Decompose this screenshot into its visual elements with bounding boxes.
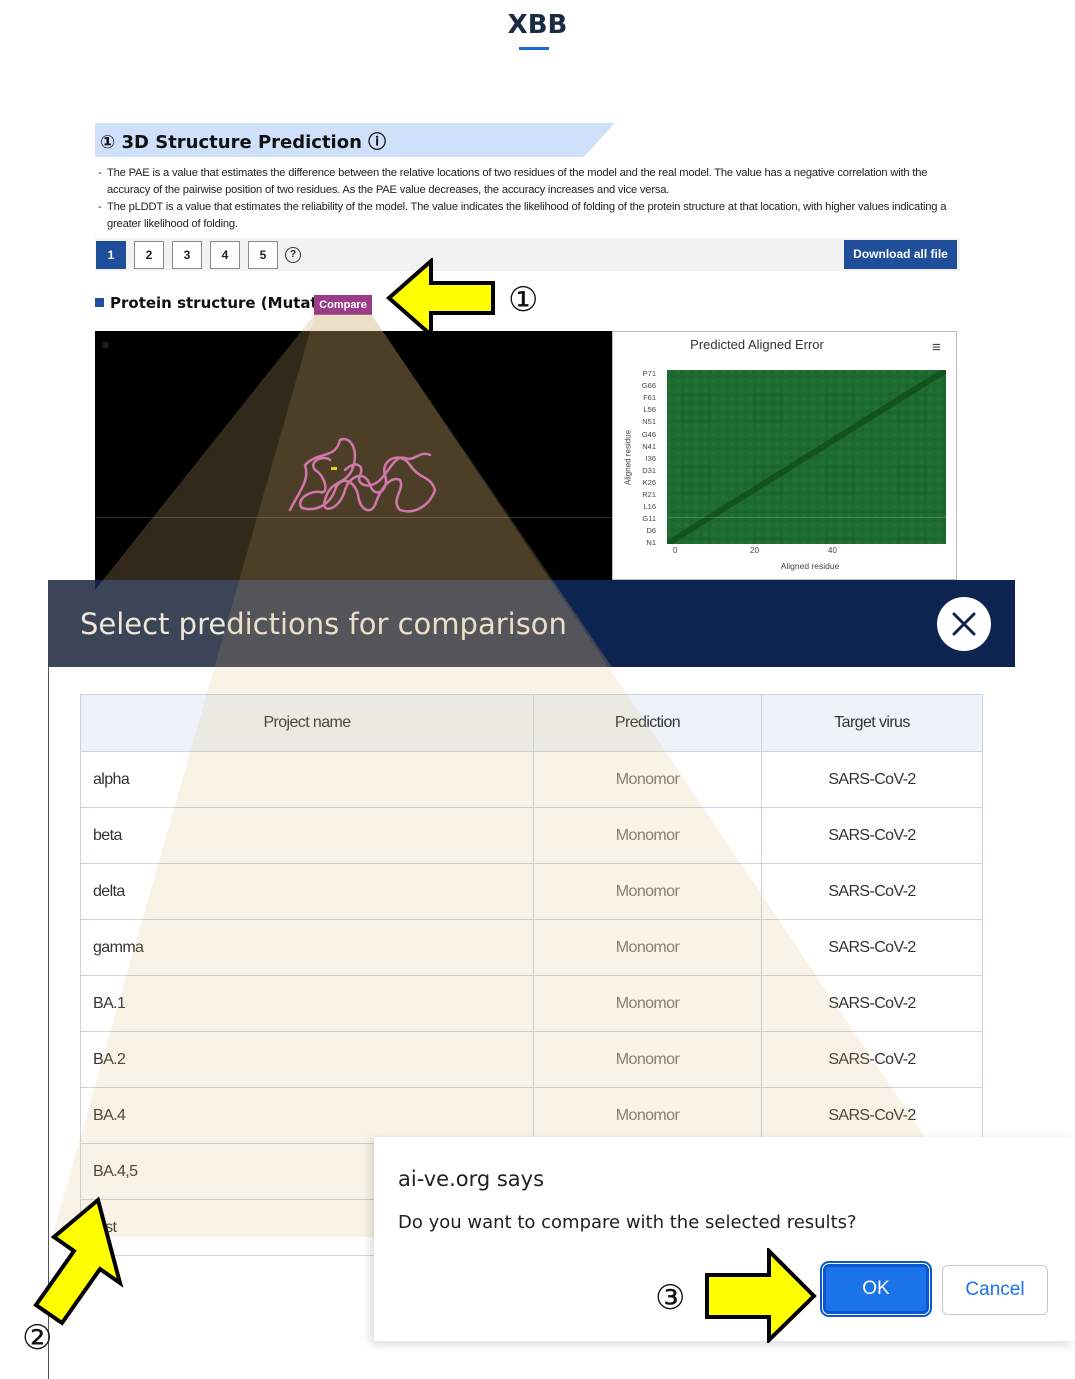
target-virus-cell: SARS-CoV-2 xyxy=(761,807,983,864)
pae-y-tick: G11 xyxy=(642,514,656,524)
pae-y-tick: F61 xyxy=(643,393,656,403)
confirm-dialog-title: ai-ve.org says xyxy=(398,1167,545,1191)
pae-title: Predicted Aligned Error xyxy=(690,337,824,352)
project-cell: BA.2 xyxy=(80,1031,534,1088)
page-button-4[interactable]: 4 xyxy=(210,241,240,269)
target-virus-cell: SARS-CoV-2 xyxy=(761,1087,983,1144)
column-header-prediction[interactable]: Prediction xyxy=(533,694,762,752)
pae-y-tick: N1 xyxy=(646,538,656,548)
pae-y-tick: R21 xyxy=(642,490,656,499)
page-button-3[interactable]: 3 xyxy=(172,241,202,269)
protein-chain xyxy=(288,437,437,513)
prediction-cell: Monomor xyxy=(533,919,762,976)
modal-close-button[interactable] xyxy=(937,597,991,651)
target-virus-cell: SARS-CoV-2 xyxy=(761,751,983,808)
table-row[interactable]: BA.2 Monomor SARS-CoV-2 xyxy=(80,1031,983,1088)
pae-y-tick: D6 xyxy=(646,526,656,536)
pae-x-tick: 0 xyxy=(673,546,678,555)
compare-button[interactable]: Compare xyxy=(314,295,372,315)
arrow-left-icon xyxy=(385,258,495,338)
bullet-dash: - xyxy=(98,167,102,179)
prediction-cell: Monomor xyxy=(533,807,762,864)
pae-x-axis-label: Aligned residue xyxy=(780,561,840,571)
protein-ribbon xyxy=(288,437,437,513)
prediction-cell: Monomor xyxy=(533,1031,762,1088)
confirm-dialog-message: Do you want to compare with the selected… xyxy=(398,1212,857,1233)
project-cell: beta xyxy=(80,807,534,864)
table-row[interactable]: alpha Monomor SARS-CoV-2 xyxy=(80,751,983,808)
pae-y-tick: L16 xyxy=(643,502,656,512)
pae-menu-icon[interactable]: ≡ xyxy=(932,339,941,356)
pae-y-tick: G46 xyxy=(641,429,656,439)
step-3-marker: ③ xyxy=(655,1278,686,1318)
mutation-highlight xyxy=(331,467,337,470)
download-all-button[interactable]: Download all file xyxy=(844,240,957,269)
project-cell: delta xyxy=(80,863,534,920)
prediction-cell: Monomor xyxy=(533,751,762,808)
section-title: ① 3D Structure Prediction ⓘ xyxy=(100,132,387,153)
pae-y-tick: N41 xyxy=(642,441,656,451)
page-button-2[interactable]: 2 xyxy=(134,241,164,269)
plddt-description-text: The pLDDT is a value that estimates the … xyxy=(107,201,947,230)
project-cell: BA.1 xyxy=(80,975,534,1032)
pae-y-tick: K26 xyxy=(642,477,656,487)
ok-button[interactable]: OK xyxy=(820,1261,932,1317)
viewer-menu-icon[interactable]: ≡ xyxy=(102,338,109,352)
prediction-cell: Monomor xyxy=(533,975,762,1032)
project-cell: gamma xyxy=(80,919,534,976)
table-row[interactable]: beta Monomor SARS-CoV-2 xyxy=(80,807,983,864)
heading-square-icon xyxy=(95,298,104,307)
column-header-project[interactable]: Project name xyxy=(80,694,534,752)
table-row[interactable]: BA.4 Monomor SARS-CoV-2 xyxy=(80,1087,983,1144)
pae-x-tick: 20 xyxy=(750,546,759,555)
target-virus-cell: SARS-CoV-2 xyxy=(761,1031,983,1088)
modal-title: Select predictions for comparison xyxy=(80,607,567,641)
table-row[interactable]: gamma Monomor SARS-CoV-2 xyxy=(80,919,983,976)
table-row[interactable]: delta Monomor SARS-CoV-2 xyxy=(80,863,983,920)
pae-description-text: The PAE is a value that estimates the di… xyxy=(107,167,928,196)
plddt-description: - The pLDDT is a value that estimates th… xyxy=(98,199,968,233)
page-title: XBB xyxy=(507,10,568,40)
pae-x-tick: 40 xyxy=(828,546,837,555)
pae-y-tick: G66 xyxy=(641,381,656,391)
project-cell: alpha xyxy=(80,751,534,808)
prediction-cell: Monomor xyxy=(533,863,762,920)
target-virus-cell: SARS-CoV-2 xyxy=(761,975,983,1032)
target-virus-cell: SARS-CoV-2 xyxy=(761,863,983,920)
step-2-marker: ② xyxy=(22,1318,53,1358)
pae-y-tick: I36 xyxy=(645,453,656,463)
page-button-5[interactable]: 5 xyxy=(248,241,278,269)
divider xyxy=(70,517,960,518)
pae-y-tick: P71 xyxy=(642,369,656,378)
cancel-button[interactable]: Cancel xyxy=(942,1265,1048,1315)
bullet-dash: - xyxy=(98,201,102,213)
page-button-1[interactable]: 1 xyxy=(96,241,126,269)
pae-y-tick: N51 xyxy=(642,417,656,427)
arrow-right-icon xyxy=(705,1248,817,1343)
target-virus-cell: SARS-CoV-2 xyxy=(761,919,983,976)
project-cell: BA.4 xyxy=(80,1087,534,1144)
table-header-row: Project name Prediction Target virus xyxy=(80,694,983,752)
pae-y-tick: L56 xyxy=(643,405,656,415)
help-icon[interactable]: ? xyxy=(285,247,301,263)
step-1-marker: ① xyxy=(508,280,539,320)
prediction-cell: Monomor xyxy=(533,1087,762,1144)
title-underline xyxy=(519,47,549,50)
close-icon xyxy=(952,612,976,636)
pae-y-axis-label: Aligned residue xyxy=(623,429,633,486)
pae-description: - The PAE is a value that estimates the … xyxy=(98,165,968,199)
pae-y-tick: D31 xyxy=(642,465,656,475)
column-header-target[interactable]: Target virus xyxy=(761,694,983,752)
arrow-up-right-icon xyxy=(33,1196,124,1326)
table-row[interactable]: BA.1 Monomor SARS-CoV-2 xyxy=(80,975,983,1032)
